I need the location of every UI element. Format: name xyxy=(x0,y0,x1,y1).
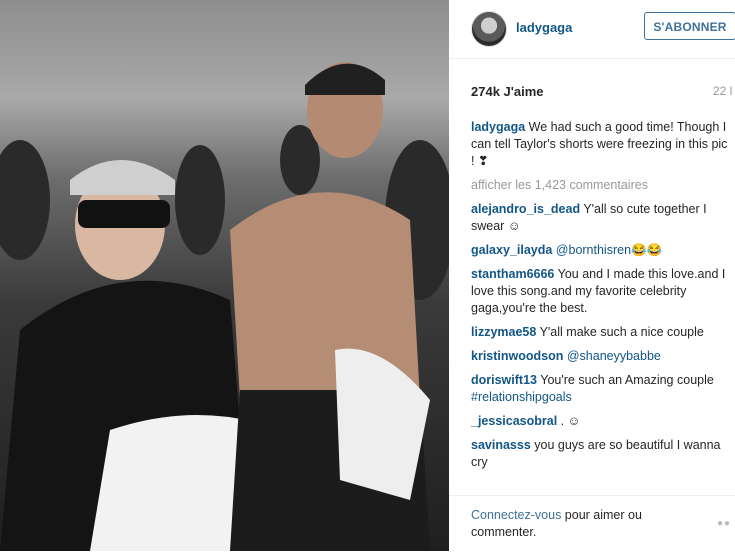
post-photo[interactable] xyxy=(0,0,449,551)
comment-mention[interactable]: @shaneyybabbe xyxy=(567,349,661,363)
comment-username[interactable]: galaxy_ilayda xyxy=(471,243,552,257)
follow-button[interactable]: S'ABONNER xyxy=(644,12,735,40)
login-prompt: Connectez-vous pour aimer ou commenter. xyxy=(471,507,701,541)
comment-username[interactable]: doriswift13 xyxy=(471,373,537,387)
comment-username[interactable]: alejandro_is_dead xyxy=(471,202,580,216)
view-all-comments-link[interactable]: afficher les 1,423 commentaires xyxy=(471,177,733,194)
comment-item: kristinwoodson @shaneyybabbe xyxy=(471,348,733,365)
photo-illustration xyxy=(0,62,449,551)
comment-username[interactable]: _jessicasobral xyxy=(471,414,557,428)
comment-item: galaxy_ilayda @bornthisren😂😂 xyxy=(471,242,733,259)
comment-text: . ☺ xyxy=(560,414,581,428)
post-timestamp: 22 l xyxy=(713,84,733,98)
avatar[interactable] xyxy=(471,11,507,47)
more-options-icon[interactable]: ●● xyxy=(717,518,731,529)
comment-item: doriswift13 You're such an Amazing coupl… xyxy=(471,372,733,406)
login-link[interactable]: Connectez-vous xyxy=(471,508,561,522)
comment-username[interactable]: kristinwoodson xyxy=(471,349,563,363)
comment-mention[interactable]: @bornthisren xyxy=(556,243,631,257)
post-sidebar: ladygaga S'ABONNER 274k J'aime 22 l lady… xyxy=(449,0,735,551)
comment-item: lizzymae58 Y'all make such a nice couple xyxy=(471,324,733,341)
caption-username[interactable]: ladygaga xyxy=(471,120,525,134)
comment-username[interactable]: savinasss xyxy=(471,438,531,452)
post-username[interactable]: ladygaga xyxy=(516,20,572,35)
post-header: ladygaga S'ABONNER xyxy=(449,0,735,59)
comment-text: You're such an Amazing couple xyxy=(540,373,714,387)
comment-item: stantham6666 You and I made this love.an… xyxy=(471,266,733,317)
comments-section: ladygaga We had such a good time! Though… xyxy=(471,119,733,478)
comment-text: Y'all make such a nice couple xyxy=(539,325,704,339)
comment-username[interactable]: lizzymae58 xyxy=(471,325,536,339)
likes-count[interactable]: 274k J'aime xyxy=(471,84,543,99)
comment-text: 😂😂 xyxy=(631,243,663,257)
comment-item: savinasss you guys are so beautiful I wa… xyxy=(471,437,733,471)
comment-hashtag[interactable]: #relationshipgoals xyxy=(471,390,572,404)
comment-item: _jessicasobral . ☺ xyxy=(471,413,733,430)
post-stats: 274k J'aime 22 l xyxy=(471,84,735,100)
post-footer: Connectez-vous pour aimer ou commenter. … xyxy=(449,495,735,552)
comment-username[interactable]: stantham6666 xyxy=(471,267,554,281)
comment-item: alejandro_is_dead Y'all so cute together… xyxy=(471,201,733,235)
caption: ladygaga We had such a good time! Though… xyxy=(471,119,733,170)
